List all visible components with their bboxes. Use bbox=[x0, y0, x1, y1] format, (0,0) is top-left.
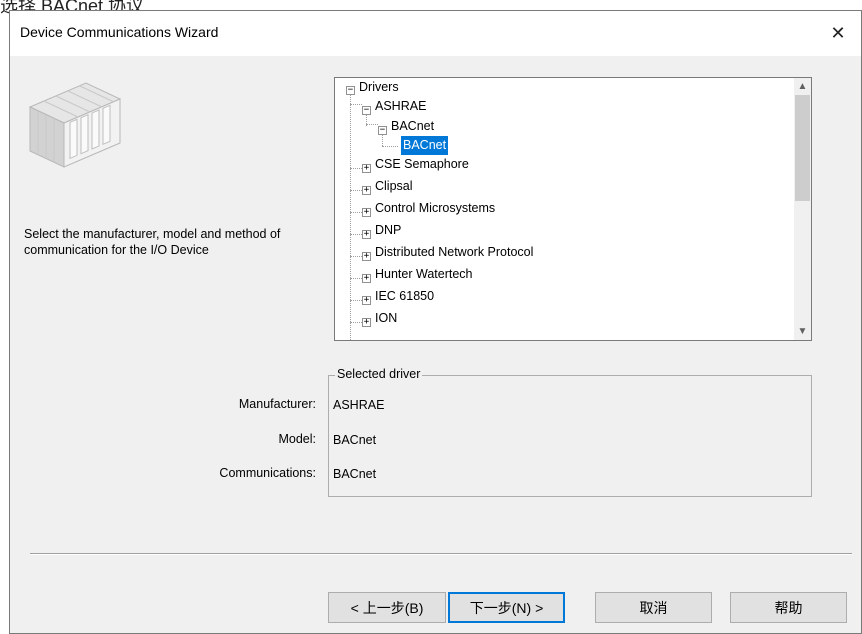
expand-icon[interactable]: + bbox=[362, 318, 371, 327]
collapse-icon[interactable]: − bbox=[346, 86, 355, 95]
divider bbox=[30, 553, 852, 555]
wizard-description: Select the manufacturer, model and metho… bbox=[24, 227, 281, 257]
next-button[interactable]: 下一步(N) > bbox=[448, 592, 565, 623]
tree-node-drivers[interactable]: Drivers bbox=[359, 78, 399, 97]
close-button[interactable]: ✕ bbox=[815, 11, 861, 56]
group-legend: Selected driver bbox=[335, 367, 423, 381]
tree-node-dnp[interactable]: DNP bbox=[375, 220, 401, 240]
tree-node-control-microsystems[interactable]: Control Microsystems bbox=[375, 198, 495, 218]
cancel-button[interactable]: 取消 bbox=[595, 592, 712, 623]
selected-driver-group: Selected driver ASHRAE BACnet BACnet bbox=[328, 367, 812, 497]
expand-icon[interactable]: + bbox=[362, 208, 371, 217]
tree-node-bacnet-model[interactable]: BACnet bbox=[391, 116, 434, 136]
communications-value: BACnet bbox=[333, 467, 377, 481]
expand-icon[interactable]: + bbox=[362, 230, 371, 239]
scroll-up-icon[interactable]: ▲ bbox=[794, 78, 811, 95]
expand-icon[interactable]: + bbox=[362, 274, 371, 283]
expand-icon[interactable]: + bbox=[362, 186, 371, 195]
scroll-down-icon[interactable]: ▼ bbox=[794, 323, 811, 340]
expand-icon[interactable]: + bbox=[362, 252, 371, 261]
help-button[interactable]: 帮助 bbox=[730, 592, 847, 623]
tree-node-ion[interactable]: ION bbox=[375, 308, 397, 328]
expand-icon[interactable]: + bbox=[362, 296, 371, 305]
model-value: BACnet bbox=[333, 433, 377, 447]
tree-node-hunter-watertech[interactable]: Hunter Watertech bbox=[375, 264, 473, 284]
tree-node-bacnet-selected[interactable]: BACnet bbox=[401, 136, 449, 155]
io-device-icon bbox=[28, 82, 122, 168]
tree-node-distributed-network-protocol[interactable]: Distributed Network Protocol bbox=[375, 242, 533, 262]
tree-node-clipsal[interactable]: Clipsal bbox=[375, 176, 413, 196]
tree-node-iec-61850[interactable]: IEC 61850 bbox=[375, 286, 434, 306]
back-button[interactable]: < 上一步(B) bbox=[328, 592, 446, 623]
window-title: Device Communications Wizard bbox=[20, 24, 219, 40]
tree-scrollbar[interactable]: ▲ ▼ bbox=[794, 78, 811, 340]
title-bar: Device Communications Wizard ✕ bbox=[10, 11, 861, 56]
expand-icon[interactable]: + bbox=[362, 164, 371, 173]
driver-tree[interactable]: − Drivers − ASHRAE − BACnet BACnet + CSE… bbox=[334, 77, 812, 341]
collapse-icon[interactable]: − bbox=[378, 126, 387, 135]
scroll-thumb[interactable] bbox=[795, 95, 810, 201]
model-label: Model: bbox=[278, 432, 316, 446]
tree-node-cse-semaphore[interactable]: CSE Semaphore bbox=[375, 154, 469, 174]
communications-label: Communications: bbox=[219, 466, 316, 480]
manufacturer-value: ASHRAE bbox=[333, 398, 385, 412]
wizard-dialog: Device Communications Wizard ✕ Select th… bbox=[9, 10, 862, 634]
tree-node-ashrae[interactable]: ASHRAE bbox=[375, 96, 426, 116]
collapse-icon[interactable]: − bbox=[362, 106, 371, 115]
manufacturer-label: Manufacturer: bbox=[238, 397, 316, 411]
